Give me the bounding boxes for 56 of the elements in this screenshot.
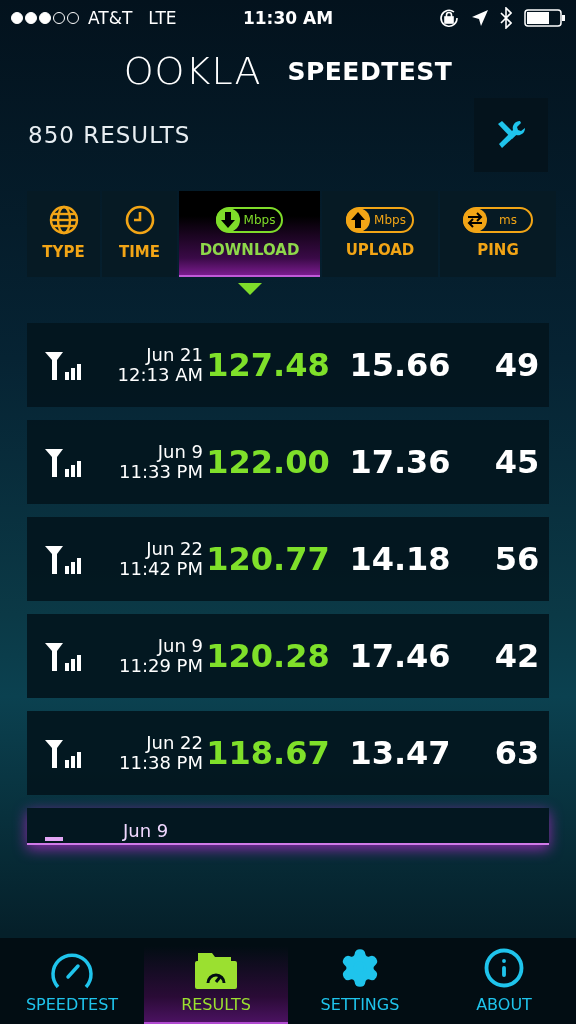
- nav-tab[interactable]: SPEEDTEST: [0, 938, 144, 1024]
- sort-tab[interactable]: Mbps UPLOAD: [322, 191, 438, 277]
- upload-speed: 13.47: [348, 734, 452, 772]
- result-time: 11:42 PM: [119, 559, 203, 579]
- nav-tab[interactable]: SETTINGS: [288, 938, 432, 1024]
- globe-icon: [48, 205, 79, 235]
- ping-value: 56: [493, 540, 541, 578]
- ping-value: 42: [493, 637, 541, 675]
- nav-tab[interactable]: ABOUT: [432, 938, 576, 1024]
- sort-tab[interactable]: Mbps DOWNLOAD: [179, 191, 320, 277]
- download-speed: 127.48: [205, 346, 331, 384]
- battery-icon: [524, 9, 566, 27]
- download-speed: 120.28: [205, 637, 331, 675]
- download-speed: 120.77: [205, 540, 331, 578]
- rotation-lock-icon: [438, 7, 460, 29]
- carrier-name: AT&T: [88, 8, 133, 28]
- result-date: Jun 9: [123, 821, 169, 841]
- logo-wordmark: OOKLA: [123, 49, 262, 93]
- upload-unit-icon: Mbps: [346, 207, 414, 233]
- ping-unit-icon: ms: [463, 207, 533, 233]
- signal-dots-icon: [10, 11, 80, 25]
- sort-tab[interactable]: ms PING: [440, 191, 556, 277]
- sort-indicator-icon: [237, 283, 262, 295]
- result-date: Jun 21: [146, 345, 203, 365]
- gauge-icon: [50, 951, 94, 989]
- upload-speed: 15.66: [348, 346, 452, 384]
- sort-tab[interactable]: TIME: [102, 191, 177, 277]
- partial-result-row[interactable]: Jun 9: [27, 808, 549, 845]
- sort-tab[interactable]: TYPE: [27, 191, 100, 277]
- upload-speed: 14.18: [348, 540, 452, 578]
- result-time: 11:29 PM: [119, 656, 203, 676]
- result-time: 11:38 PM: [119, 753, 203, 773]
- ping-value: 45: [493, 443, 541, 481]
- clock-time: 11:30 AM: [242, 8, 334, 28]
- result-date: Jun 22: [146, 733, 203, 753]
- download-speed: 122.00: [205, 443, 331, 481]
- app-title: SPEEDTEST: [287, 56, 453, 86]
- ping-value: 49: [493, 346, 541, 384]
- result-date: Jun 9: [157, 442, 203, 462]
- results-count: 850 RESULTS: [28, 122, 191, 148]
- result-time: 11:33 PM: [119, 462, 203, 482]
- download-unit-icon: Mbps: [215, 207, 284, 233]
- ping-value: 63: [493, 734, 541, 772]
- folder-icon: [194, 951, 238, 989]
- upload-speed: 17.36: [348, 443, 452, 481]
- info-icon: [483, 947, 525, 989]
- clock-icon: [124, 205, 155, 235]
- network-type: LTE: [148, 8, 177, 28]
- result-time: 12:13 AM: [117, 365, 203, 385]
- bluetooth-icon: [500, 7, 512, 29]
- download-speed: 118.67: [205, 734, 331, 772]
- result-date: Jun 22: [146, 539, 203, 559]
- tools-button[interactable]: [474, 98, 548, 172]
- result-date: Jun 9: [157, 636, 203, 656]
- location-icon: [472, 10, 488, 26]
- upload-speed: 17.46: [348, 637, 452, 675]
